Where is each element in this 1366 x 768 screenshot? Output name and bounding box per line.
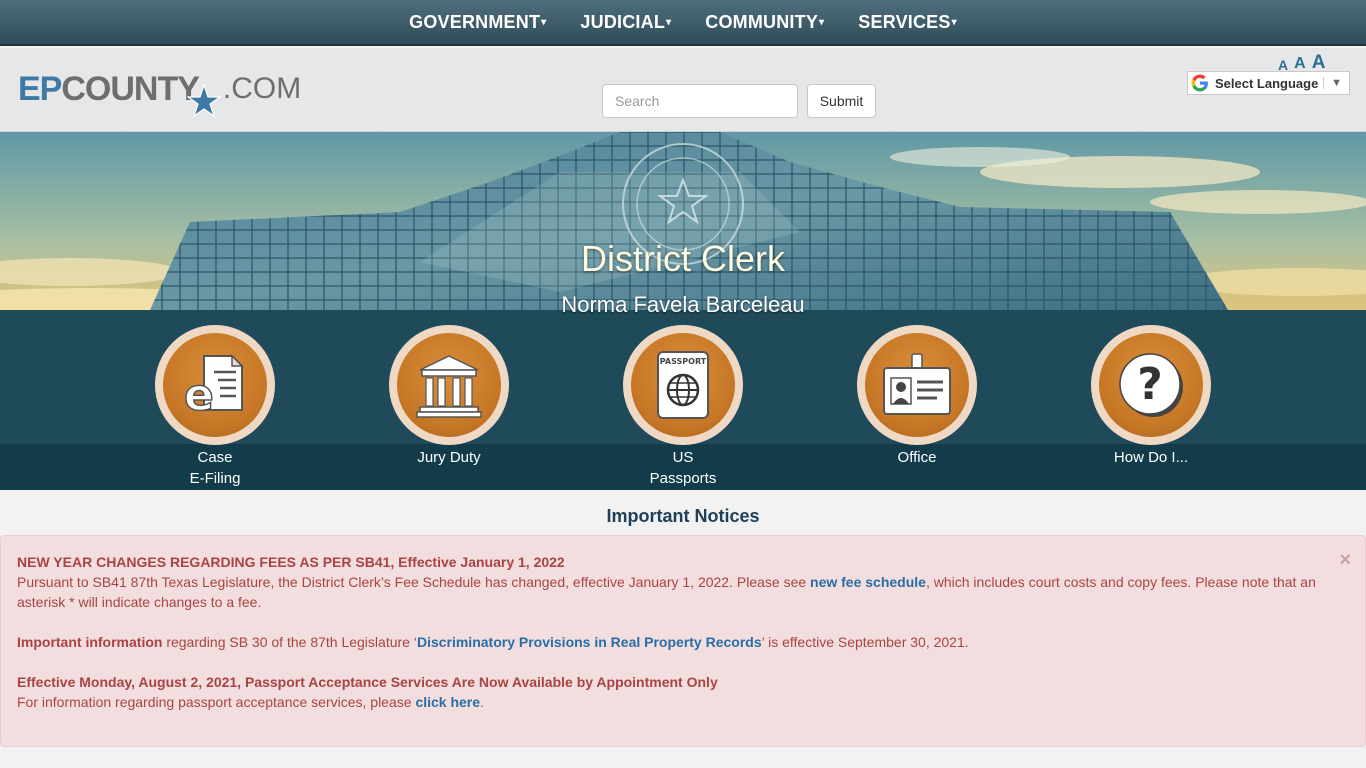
notice-fees-text-a: Pursuant to SB41 87th Texas Legislature,…: [17, 574, 811, 590]
star-icon: [186, 83, 222, 118]
chevron-down-icon: ▾: [951, 16, 957, 28]
chevron-down-icon: ▾: [541, 16, 547, 28]
id-badge-icon: [883, 353, 951, 415]
tile-label-line1: Office: [897, 449, 937, 466]
logo-county: COUNTY: [61, 70, 200, 108]
fee-schedule-link[interactable]: new fee schedule: [810, 574, 926, 590]
tile-circle: [389, 325, 509, 445]
tile-jury-duty[interactable]: Jury Duty: [369, 325, 529, 468]
notice-sb30-text-b: ’ is effective September 30, 2021.: [761, 634, 969, 650]
building-image: [0, 132, 1366, 310]
nav-judicial-label: JUDICIAL: [580, 11, 666, 32]
font-size-small[interactable]: A: [1278, 58, 1288, 72]
nav-community[interactable]: COMMUNITY▾: [688, 12, 841, 33]
tile-case-efiling[interactable]: e Case E-Filing: [135, 325, 295, 489]
notice-sb30-bold: Important information: [17, 634, 163, 650]
language-select-label: Select Language: [1215, 75, 1319, 91]
site-header: EP COUNTY .COM Submit A A A Select Langu…: [0, 48, 1366, 132]
discriminatory-provisions-link[interactable]: Discriminatory Provisions in Real Proper…: [417, 634, 762, 650]
svg-text:?: ?: [1137, 359, 1163, 410]
nav-services-label: SERVICES: [858, 11, 951, 32]
notice-fees: NEW YEAR CHANGES REGARDING FEES AS PER S…: [17, 552, 1349, 612]
tile-label-line1: US: [672, 449, 694, 466]
font-size-controls: A A A: [1278, 53, 1325, 72]
nav-government[interactable]: GOVERNMENT▾: [392, 12, 563, 33]
language-select[interactable]: Select Language ▼: [1187, 71, 1350, 95]
chevron-down-icon: ▾: [819, 16, 825, 28]
tile-circle: PASSPORT: [623, 325, 743, 445]
quick-links-band: e Case E-Filing Jury Duty PASSPORT US Pa…: [0, 310, 1366, 490]
logo-ep: EP: [18, 70, 62, 108]
tile-label-line2: Passports: [649, 470, 717, 487]
notice-passport-heading: Effective Monday, August 2, 2021, Passpo…: [17, 674, 718, 690]
top-navigation: GOVERNMENT▾ JUDICIAL▾ COMMUNITY▾ SERVICE…: [0, 0, 1366, 46]
font-size-medium[interactable]: A: [1294, 56, 1306, 72]
courthouse-icon: [416, 355, 482, 418]
question-icon: ?: [1119, 353, 1183, 417]
notice-sb30: Important information regarding SB 30 of…: [17, 632, 1349, 652]
font-size-large[interactable]: A: [1312, 53, 1326, 72]
search-submit-button[interactable]: Submit: [807, 84, 876, 118]
notice-fees-heading: NEW YEAR CHANGES REGARDING FEES AS PER S…: [17, 554, 565, 570]
notice-passport: Effective Monday, August 2, 2021, Passpo…: [17, 672, 1349, 712]
tile-label-line1: Jury Duty: [417, 449, 481, 466]
notices-heading: Important Notices: [606, 506, 760, 526]
notice-passport-text-a: For information regarding passport accep…: [17, 694, 416, 710]
nav-community-label: COMMUNITY: [705, 11, 819, 32]
tile-circle: e: [155, 325, 275, 445]
passport-icon: PASSPORT: [657, 351, 709, 419]
nav-government-label: GOVERNMENT: [409, 11, 541, 32]
close-icon[interactable]: ×: [1339, 550, 1351, 570]
svg-text:e: e: [184, 370, 214, 420]
google-icon: [1191, 74, 1208, 92]
page-subtitle: Norma Favela Barceleau: [561, 292, 805, 317]
search-input[interactable]: [602, 84, 798, 118]
logo-dotcom: .COM: [222, 72, 302, 105]
dropdown-arrow-icon: ▼: [1323, 77, 1349, 89]
nav-judicial[interactable]: JUDICIAL▾: [563, 12, 688, 33]
tile-circle: [857, 325, 977, 445]
notice-passport-text-b: .: [480, 694, 484, 710]
chevron-down-icon: ▾: [666, 16, 672, 28]
passport-info-link[interactable]: click here: [415, 694, 480, 710]
tile-us-passports[interactable]: PASSPORT US Passports: [603, 325, 763, 489]
e-filing-icon: e: [183, 354, 244, 420]
tile-how-do-i[interactable]: ? How Do I...: [1071, 325, 1231, 468]
tile-office[interactable]: Office: [837, 325, 997, 468]
page-title: District Clerk: [581, 238, 785, 279]
notices-alert: × NEW YEAR CHANGES REGARDING FEES AS PER…: [0, 535, 1366, 747]
tile-circle: ?: [1091, 325, 1211, 445]
tile-label-line1: Case: [197, 449, 233, 466]
notice-sb30-text-a: regarding SB 30 of the 87th Legislature …: [162, 634, 417, 650]
passport-badge-text: PASSPORT: [660, 357, 707, 366]
site-logo[interactable]: EP COUNTY .COM: [18, 70, 301, 122]
nav-services[interactable]: SERVICES▾: [841, 12, 974, 33]
hero-banner: District Clerk: [0, 132, 1366, 310]
tile-label-line2: E-Filing: [189, 470, 241, 487]
tile-label-line1: How Do I...: [1113, 449, 1189, 466]
